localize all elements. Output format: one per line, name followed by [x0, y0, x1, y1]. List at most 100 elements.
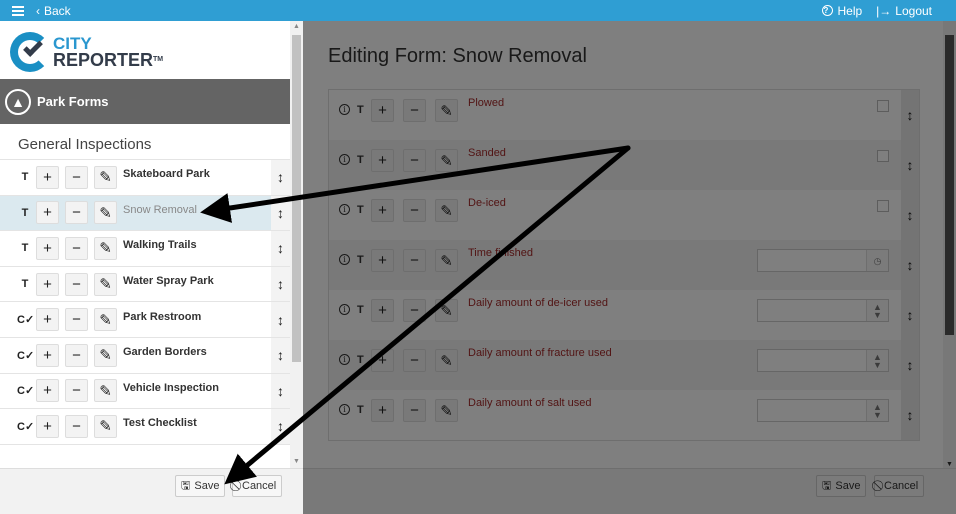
drag-handle-icon[interactable]: ↕	[271, 195, 290, 231]
field-checkbox[interactable]	[877, 200, 889, 212]
number-input[interactable]: ▲ ▼	[757, 399, 889, 422]
time-input[interactable]: ◷	[757, 249, 889, 272]
add-button[interactable]: +	[371, 299, 394, 322]
add-button[interactable]: +	[36, 272, 59, 296]
edit-button[interactable]: ✎	[435, 199, 458, 222]
remove-button[interactable]: −	[403, 149, 426, 172]
form-list-item[interactable]: C✓ + − ✎ Park Restroom ↕	[0, 302, 290, 338]
edit-button[interactable]: ✎	[94, 236, 117, 260]
remove-button[interactable]: −	[403, 299, 426, 322]
main-cancel-button[interactable]: ⃠ Cancel	[874, 475, 925, 497]
add-button[interactable]: +	[36, 236, 59, 260]
info-icon[interactable]: i	[339, 304, 350, 315]
help-link[interactable]: ? Help	[822, 4, 862, 18]
remove-button[interactable]: −	[403, 199, 426, 222]
add-button[interactable]: +	[371, 149, 394, 172]
add-button[interactable]: +	[371, 199, 394, 222]
edit-button[interactable]: ✎	[94, 343, 117, 367]
edit-button[interactable]: ✎	[435, 349, 458, 372]
cancel-button[interactable]: ⃠ Cancel	[232, 475, 283, 497]
edit-button[interactable]: ✎	[435, 399, 458, 422]
drag-handle-icon[interactable]: ↕	[271, 302, 290, 337]
drag-handle-icon[interactable]: ↕	[271, 160, 290, 195]
remove-button[interactable]: −	[403, 99, 426, 122]
form-list-item[interactable]: T + − ✎ Skateboard Park ↕	[0, 160, 290, 196]
remove-button[interactable]: −	[403, 399, 426, 422]
drag-handle-icon[interactable]: ↕	[901, 140, 919, 190]
edit-button[interactable]: ✎	[435, 99, 458, 122]
remove-button[interactable]: −	[65, 414, 88, 438]
clock-icon[interactable]: ◷	[866, 250, 888, 271]
field-checkbox[interactable]	[877, 150, 889, 162]
main-save-button[interactable]: 🖫 Save	[816, 475, 867, 497]
info-icon[interactable]: i	[339, 404, 350, 415]
form-list-item[interactable]: T + − ✎ Water Spray Park ↕	[0, 266, 290, 303]
add-button[interactable]: +	[36, 343, 59, 367]
remove-button[interactable]: −	[65, 379, 88, 403]
add-button[interactable]: +	[36, 414, 59, 438]
edit-button[interactable]: ✎	[94, 272, 117, 296]
remove-button[interactable]: −	[65, 165, 88, 189]
save-button[interactable]: 🖫 Save	[175, 475, 226, 497]
scroll-up-icon[interactable]: ▲	[290, 23, 303, 33]
main-scrollbar[interactable]: ▼	[943, 21, 956, 468]
form-name[interactable]: Park Restroom	[123, 311, 201, 323]
add-button[interactable]: +	[36, 308, 59, 332]
form-list-item[interactable]: C✓ + − ✎ Garden Borders ↕	[0, 337, 290, 374]
field-checkbox[interactable]	[877, 100, 889, 112]
form-list-item[interactable]: T + − ✎ Snow Removal ↕	[0, 195, 290, 232]
drag-handle-icon[interactable]: ↕	[901, 190, 919, 240]
form-name[interactable]: Water Spray Park	[123, 275, 214, 287]
scrollbar-thumb[interactable]	[292, 35, 301, 362]
add-button[interactable]: +	[371, 349, 394, 372]
edit-button[interactable]: ✎	[94, 414, 117, 438]
scroll-down-icon[interactable]: ▼	[943, 461, 956, 468]
info-icon[interactable]: i	[339, 204, 350, 215]
scroll-down-icon[interactable]: ▼	[290, 458, 303, 468]
spinner-icon[interactable]: ▲ ▼	[866, 350, 888, 371]
form-name[interactable]: Skateboard Park	[123, 168, 210, 180]
edit-button[interactable]: ✎	[94, 308, 117, 332]
remove-button[interactable]: −	[403, 249, 426, 272]
drag-handle-icon[interactable]: ↕	[271, 231, 290, 266]
form-name[interactable]: Vehicle Inspection	[123, 382, 219, 394]
number-input[interactable]: ▲ ▼	[757, 349, 889, 372]
add-button[interactable]: +	[36, 165, 59, 189]
remove-button[interactable]: −	[65, 236, 88, 260]
number-input[interactable]: ▲ ▼	[757, 299, 889, 322]
sidebar-scrollbar[interactable]: ▲ ▼	[290, 21, 303, 468]
add-button[interactable]: +	[36, 201, 59, 225]
drag-handle-icon[interactable]: ↕	[901, 90, 919, 140]
drag-handle-icon[interactable]: ↕	[271, 373, 290, 409]
add-button[interactable]: +	[36, 379, 59, 403]
edit-button[interactable]: ✎	[435, 299, 458, 322]
form-name[interactable]: Garden Borders	[123, 346, 207, 358]
drag-handle-icon[interactable]: ↕	[901, 240, 919, 290]
add-button[interactable]: +	[371, 99, 394, 122]
edit-button[interactable]: ✎	[94, 165, 117, 189]
form-list-item[interactable]: T + − ✎ Walking Trails ↕	[0, 231, 290, 267]
remove-button[interactable]: −	[65, 201, 88, 225]
info-icon[interactable]: i	[339, 104, 350, 115]
form-name[interactable]: Walking Trails	[123, 239, 197, 251]
edit-button[interactable]: ✎	[94, 379, 117, 403]
menu-icon[interactable]	[12, 5, 24, 16]
form-name[interactable]: Test Checklist	[123, 417, 197, 429]
remove-button[interactable]: −	[65, 272, 88, 296]
logout-link[interactable]: |→ Logout	[876, 4, 932, 18]
spinner-icon[interactable]: ▲ ▼	[866, 400, 888, 421]
remove-button[interactable]: −	[65, 308, 88, 332]
spinner-icon[interactable]: ▲ ▼	[866, 300, 888, 321]
edit-button[interactable]: ✎	[94, 201, 117, 225]
info-icon[interactable]: i	[339, 254, 350, 265]
drag-handle-icon[interactable]: ↕	[901, 390, 919, 440]
remove-button[interactable]: −	[403, 349, 426, 372]
back-link[interactable]: ‹ Back	[36, 4, 71, 18]
remove-button[interactable]: −	[65, 343, 88, 367]
add-button[interactable]: +	[371, 399, 394, 422]
drag-handle-icon[interactable]: ↕	[901, 340, 919, 390]
edit-button[interactable]: ✎	[435, 149, 458, 172]
drag-handle-icon[interactable]: ↕	[271, 409, 290, 444]
form-list-item[interactable]: C✓ + − ✎ Test Checklist ↕	[0, 409, 290, 445]
edit-button[interactable]: ✎	[435, 249, 458, 272]
